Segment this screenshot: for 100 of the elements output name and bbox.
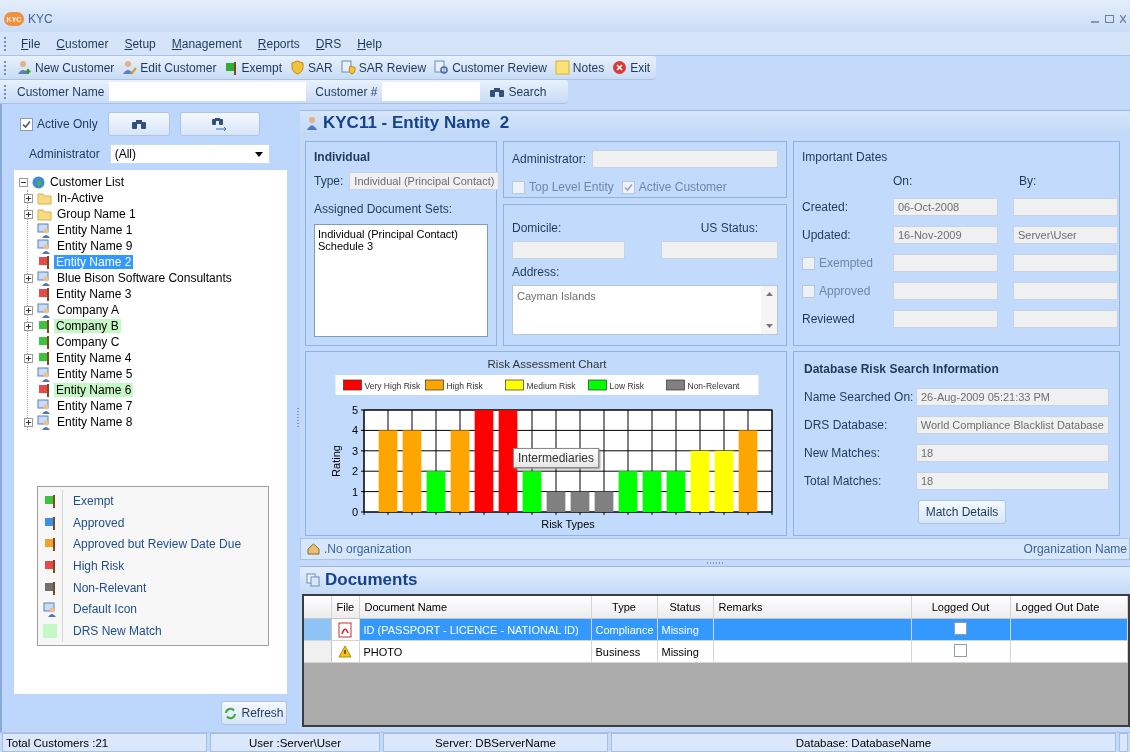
column-header[interactable]: Type xyxy=(591,596,657,619)
tree-item[interactable]: Entity Name 6 xyxy=(54,383,134,397)
table-cell: PHOTO xyxy=(359,640,591,663)
administrator-field[interactable] xyxy=(592,150,778,168)
document-sets-list[interactable]: Individual (Principal Contact) Schedule 3 xyxy=(314,224,488,337)
user-field[interactable] xyxy=(1013,254,1118,272)
user-field[interactable] xyxy=(1013,282,1118,300)
tree-item[interactable]: Entity Name 5 xyxy=(55,367,135,381)
toolbar-button[interactable]: Notes xyxy=(551,59,608,76)
chart-title: Risk Assessment Chart xyxy=(487,358,607,370)
expand-icon[interactable] xyxy=(24,193,33,203)
tree-item[interactable]: In-Active xyxy=(55,191,106,205)
tree-item[interactable]: Entity Name 4 xyxy=(54,351,134,365)
flag-icon xyxy=(37,287,51,301)
result-field[interactable]: 18 xyxy=(916,472,1109,490)
row-header[interactable] xyxy=(304,618,331,641)
user-card-icon xyxy=(37,414,52,430)
administrator-dropdown[interactable]: (All) xyxy=(109,144,270,164)
toolbar-button[interactable]: Customer Review xyxy=(431,59,550,76)
binoculars-icon xyxy=(489,85,506,98)
legend-label: Approved xyxy=(73,515,125,530)
flag-icon xyxy=(43,559,57,574)
menu-item[interactable]: DRS xyxy=(308,34,349,53)
toolbar-button[interactable]: SAR xyxy=(287,59,336,76)
menu-item[interactable]: Help xyxy=(350,34,389,53)
tree-item[interactable]: Entity Name 7 xyxy=(55,399,135,413)
column-header[interactable]: Document Name xyxy=(359,596,591,619)
customer-name-field[interactable] xyxy=(109,82,307,101)
tree-item[interactable]: Company C xyxy=(54,335,122,349)
tree-item[interactable]: Entity Name 9 xyxy=(55,239,135,253)
find-button[interactable] xyxy=(107,112,170,136)
menu-item[interactable]: Setup xyxy=(117,34,163,53)
list-item[interactable]: Schedule 3 xyxy=(318,240,484,252)
result-field[interactable]: 26-Aug-2009 05:21:33 PM xyxy=(916,388,1109,406)
shield-document-icon xyxy=(340,60,356,75)
expand-icon[interactable] xyxy=(24,321,33,331)
row-header[interactable] xyxy=(304,640,331,663)
checkbox[interactable] xyxy=(954,644,967,657)
column-header[interactable]: Status xyxy=(657,596,713,619)
expand-icon[interactable] xyxy=(24,273,33,283)
tree-item[interactable]: Blue Bison Software Consultants xyxy=(55,271,234,285)
date-field[interactable] xyxy=(893,254,998,272)
menu-item[interactable]: Reports xyxy=(250,34,307,53)
match-details-button[interactable]: Match Details xyxy=(918,500,1006,524)
result-field[interactable]: 18 xyxy=(916,444,1109,462)
status-text: User :Server\User xyxy=(210,733,380,752)
tree-item[interactable]: Company B xyxy=(54,319,121,333)
tree-item[interactable]: Entity Name 1 xyxy=(55,223,135,237)
date-field[interactable] xyxy=(893,310,998,328)
active-only-checkbox[interactable]: Active Only xyxy=(20,117,98,131)
toolbar-button[interactable]: New Customer xyxy=(14,59,118,76)
checkbox[interactable] xyxy=(954,622,967,635)
column-header[interactable]: Logged Out Date xyxy=(1010,596,1128,619)
flag-icon xyxy=(37,335,51,349)
tree-item[interactable]: Group Name 1 xyxy=(55,207,138,221)
splitter-grip xyxy=(296,408,299,428)
customer-number-field[interactable] xyxy=(382,82,481,101)
checkbox[interactable] xyxy=(20,117,33,131)
toolbar-button[interactable]: Edit Customer xyxy=(119,59,220,76)
tree-item[interactable]: Entity Name 8 xyxy=(55,415,135,429)
toolbar-button[interactable]: Exempt xyxy=(221,59,286,76)
user-field[interactable] xyxy=(1013,310,1118,328)
address-field[interactable]: Cayman Islands xyxy=(512,285,778,335)
us-status-field[interactable] xyxy=(661,241,778,259)
date-field[interactable]: 06-Oct-2008 xyxy=(893,198,998,216)
user-field[interactable]: Server\User xyxy=(1013,226,1118,244)
toolbar-button[interactable]: Exit xyxy=(609,59,654,76)
scroll-up-icon xyxy=(765,292,773,296)
result-field[interactable]: World Compliance Blacklist Database xyxy=(915,416,1109,434)
expand-icon[interactable] xyxy=(24,417,33,427)
find-next-button[interactable] xyxy=(179,112,260,136)
domicile-field[interactable] xyxy=(512,241,625,259)
column-header[interactable]: File xyxy=(331,596,359,619)
menu-item[interactable]: File xyxy=(14,34,48,53)
user-field[interactable] xyxy=(1013,198,1118,216)
close-icon[interactable] xyxy=(1120,15,1126,23)
type-field[interactable]: Individual (Principal Contact) xyxy=(349,172,500,190)
column-header[interactable]: Remarks xyxy=(713,596,911,619)
search-button[interactable]: Search xyxy=(486,83,550,100)
shield-icon xyxy=(290,60,306,75)
tree-item[interactable]: Entity Name 3 xyxy=(54,287,134,301)
tree-item[interactable]: Customer List xyxy=(48,175,127,189)
date-field[interactable] xyxy=(893,282,998,300)
list-item[interactable]: Individual (Principal Contact) xyxy=(318,228,484,240)
column-header[interactable]: Logged Out xyxy=(911,596,1010,619)
field-label: Name Searched On: xyxy=(804,390,912,404)
expand-icon[interactable] xyxy=(24,209,33,219)
maximize-icon[interactable] xyxy=(1105,15,1114,23)
menu-item[interactable]: Management xyxy=(164,34,249,53)
expand-icon[interactable] xyxy=(24,305,33,315)
expand-icon[interactable] xyxy=(24,353,33,363)
collapse-icon[interactable] xyxy=(19,177,28,187)
refresh-button[interactable]: Refresh xyxy=(221,701,287,725)
date-field[interactable]: 16-Nov-2009 xyxy=(893,226,998,244)
toolbar-button[interactable]: SAR Review xyxy=(337,59,430,76)
legend-entry: Non-Relevant xyxy=(666,379,740,391)
field-label: DRS Database: xyxy=(804,418,889,432)
tree-item[interactable]: Company A xyxy=(55,303,122,317)
pdf-file-icon xyxy=(338,621,352,638)
menu-item[interactable]: Customer xyxy=(49,34,116,53)
